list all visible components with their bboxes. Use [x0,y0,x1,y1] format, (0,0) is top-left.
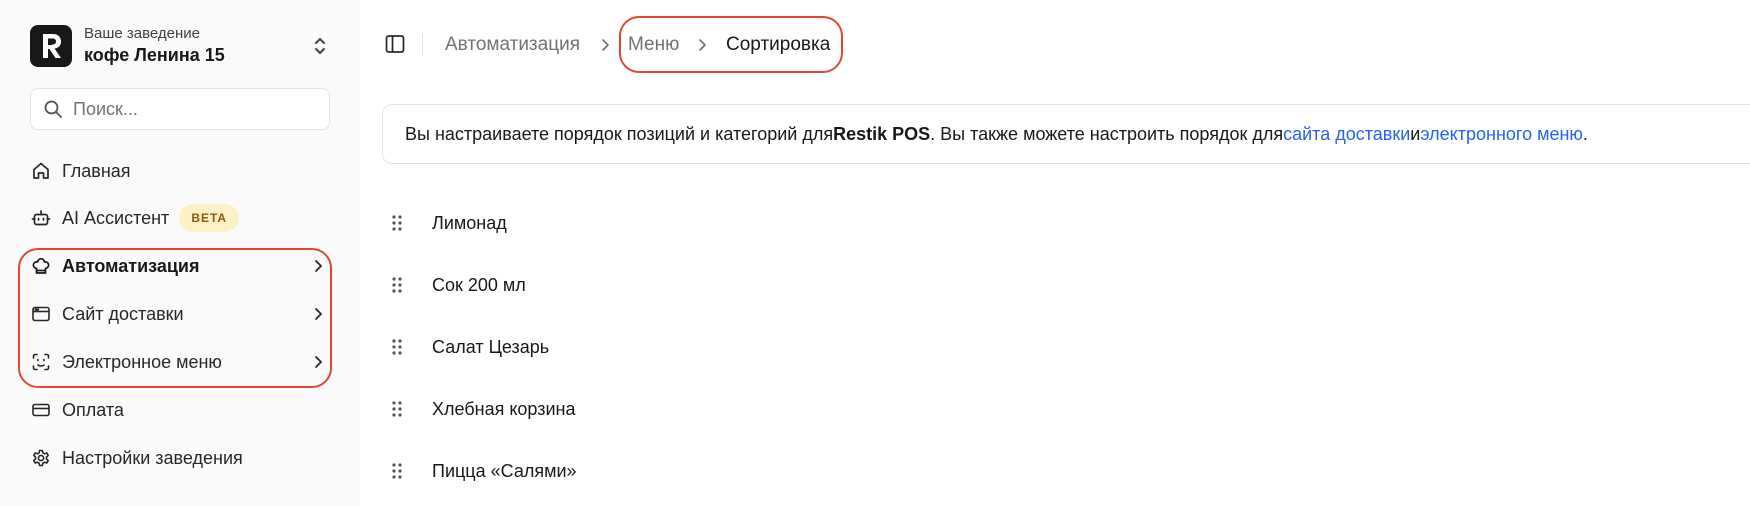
panel-left-icon [384,33,406,55]
breadcrumb-sorting: Сортировка [726,34,831,55]
scan-face-icon [30,351,52,373]
sidebar-item-ai-assistant[interactable]: AI Ассистент BETA [30,200,330,236]
chevron-right-icon [308,304,328,324]
sortable-item-label: Сок 200 мл [432,274,526,295]
drag-handle-icon[interactable] [390,213,404,233]
beta-badge: BETA [179,204,240,232]
sortable-item-label: Лимонад [432,212,507,233]
electronic-menu-link[interactable]: электронного меню [1420,124,1583,145]
notice-text: . Вы также можете настроить порядок для [930,123,1284,144]
sidebar-item-venue-settings[interactable]: Настройки заведения [30,440,330,476]
sortable-item-label: Пицца «Салями» [432,460,577,481]
search-input[interactable] [73,98,313,120]
top-bar: Автоматизация Меню Сортировка [360,0,1750,90]
sortable-item[interactable]: Салат Цезарь [390,327,990,367]
chevron-right-icon [695,37,709,53]
chef-hat-icon [30,255,52,277]
notice-pos-name: Restik POS [833,123,931,144]
sidebar-item-label: Автоматизация [62,255,200,276]
sidebar: Ваше заведение кофе Ленина 15 Поиск... Г… [0,0,360,506]
breadcrumb-automation[interactable]: Автоматизация [445,34,580,56]
toolbar-divider [422,34,423,56]
sidebar-item-label: Электронное меню [62,351,222,372]
notice-text: Вы настраиваете порядок позиций и катего… [405,123,834,144]
app-window: Ваше заведение кофе Ленина 15 Поиск... Г… [0,0,1750,506]
notice-text: . [1582,123,1588,144]
search-icon [43,99,63,119]
search-box[interactable] [30,88,330,130]
sidebar-item-delivery-site[interactable]: Сайт доставки [30,296,330,332]
sortable-item[interactable]: Лимонад [390,203,990,243]
sortable-item[interactable]: Сок 200 мл [390,265,990,305]
home-icon [30,160,52,182]
drag-handle-icon[interactable] [390,337,404,357]
sidebar-item-payment[interactable]: Оплата [30,392,330,428]
sidebar-item-label: AI Ассистент [62,207,170,228]
sidebar-item-automation[interactable]: Автоматизация [30,248,330,284]
browser-window-icon [30,303,52,325]
delivery-site-link[interactable]: сайта доставки [1283,124,1410,145]
chevron-right-icon [598,37,612,53]
sidebar-item-label: Оплата [62,399,124,420]
info-notice: Вы настраиваете порядок позиций и катего… [382,104,1750,164]
sidebar-toggle-button[interactable] [384,33,406,55]
restik-logo [30,25,72,67]
chevron-right-icon [308,352,328,372]
chevron-right-icon [308,256,328,276]
sidebar-item-label: Сайт доставки [62,303,184,324]
venue-text: Ваше заведение кофе Ленина 15 [84,25,310,67]
venue-switcher[interactable]: Ваше заведение кофе Ленина 15 [30,24,330,68]
sortable-item[interactable]: Хлебная корзина [390,389,990,429]
sidebar-item-label: Настройки заведения [62,447,243,468]
sortable-item-label: Хлебная корзина [432,398,576,419]
gear-icon [30,447,52,469]
drag-handle-icon[interactable] [390,461,404,481]
sortable-item[interactable]: Пицца «Салями» [390,451,990,491]
sidebar-item-electronic-menu[interactable]: Электронное меню [30,344,330,380]
notice-text: и [1410,123,1421,144]
credit-card-icon [30,399,52,421]
chevrons-up-down-icon[interactable] [310,34,330,58]
sidebar-item-label: Главная [62,160,131,181]
sortable-item-label: Салат Цезарь [432,336,550,357]
sidebar-item-home[interactable]: Главная [30,153,330,189]
drag-handle-icon[interactable] [390,275,404,295]
main-content: Автоматизация Меню Сортировка Вы настраи… [360,0,1750,506]
drag-handle-icon[interactable] [390,399,404,419]
venue-name: кофе Ленина 15 [84,45,225,65]
breadcrumb-menu[interactable]: Меню [628,34,679,56]
bot-icon [30,207,52,229]
venue-subtitle: Ваше заведение [84,25,201,42]
